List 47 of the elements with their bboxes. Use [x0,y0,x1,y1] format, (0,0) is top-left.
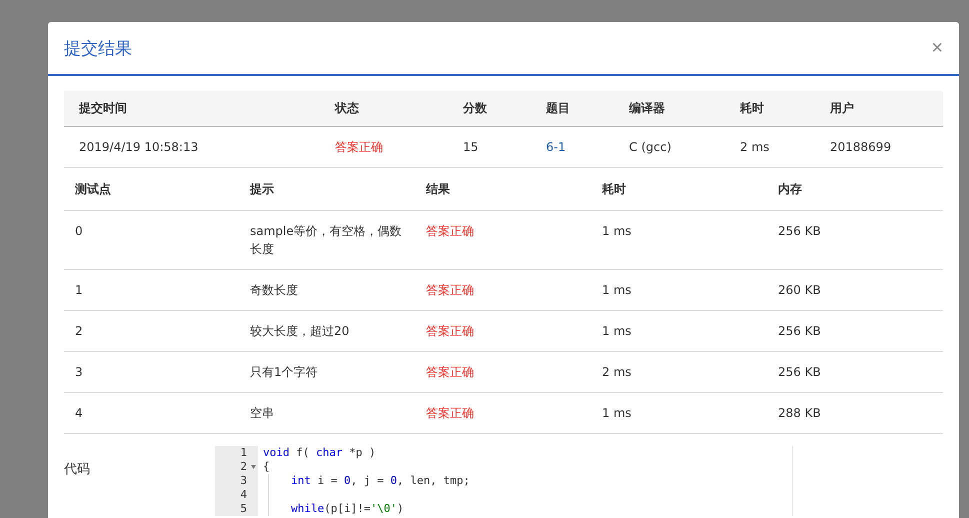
code-line: while(p[i]!='\0') [291,502,404,516]
close-button[interactable]: × [931,36,943,60]
line-number: 3 [240,474,247,488]
code-editor[interactable]: 1 void f( char *p ) 2 { 3 int i = 0, j = 0, len, tmp; 4 5 while(p[i]!='\0') [215,446,793,516]
table-cell: 答案正确 [415,310,591,352]
code-line: int i = 0, j = 0, len, tmp; [291,474,470,488]
column-header: 编译器 [614,91,725,126]
dialog-title: 提交结果 [64,38,132,60]
column-header: 提交时间 [64,91,320,126]
fold-caret-icon[interactable] [251,465,256,469]
column-header: 耗时 [725,91,815,126]
problem-link[interactable]: 6-1 [546,140,566,154]
table-cell: 256 KB [767,352,943,392]
code-line: { [263,460,270,474]
table-cell: 答案正确 [415,392,591,434]
table-cell: 2 ms [591,352,767,392]
table-cell: 奇数长度 [239,270,415,310]
line-number: 1 [240,446,247,460]
table-cell: 只有1个字符 [239,352,415,392]
table-cell: 4 [64,392,239,434]
table-cell: 1 ms [591,310,767,352]
table-cell: 1 [64,270,239,310]
table-cell: 答案正确 [415,270,591,310]
table-cell: 1 ms [591,210,767,270]
column-header: 用户 [815,91,943,126]
line-number: 4 [240,488,247,502]
line-number: 5 [240,502,247,516]
table-cell: 0 [64,210,239,270]
code-line: void f( char *p ) [263,446,376,460]
table-cell: 2 [64,310,239,352]
table-cell: 1 ms [591,270,767,310]
line-number: 2 [240,460,247,474]
table-cell: 256 KB [767,210,943,270]
table-cell: 1 ms [591,392,767,434]
table-cell: 较大长度，超过20 [239,310,415,352]
column-header: 分数 [448,91,531,126]
column-header: 状态 [320,91,448,126]
table-cell: 答案正确 [415,210,591,270]
table-cell: 256 KB [767,310,943,352]
code-label: 代码 [64,461,91,478]
table-cell: sample等价，有空格，偶数长度 [239,210,415,270]
table-cell: 空串 [239,392,415,434]
table-cell: 260 KB [767,270,943,310]
table-cell: 答案正确 [415,352,591,392]
table-cell: 288 KB [767,392,943,434]
table-cell: 3 [64,352,239,392]
column-header: 题目 [531,91,614,126]
